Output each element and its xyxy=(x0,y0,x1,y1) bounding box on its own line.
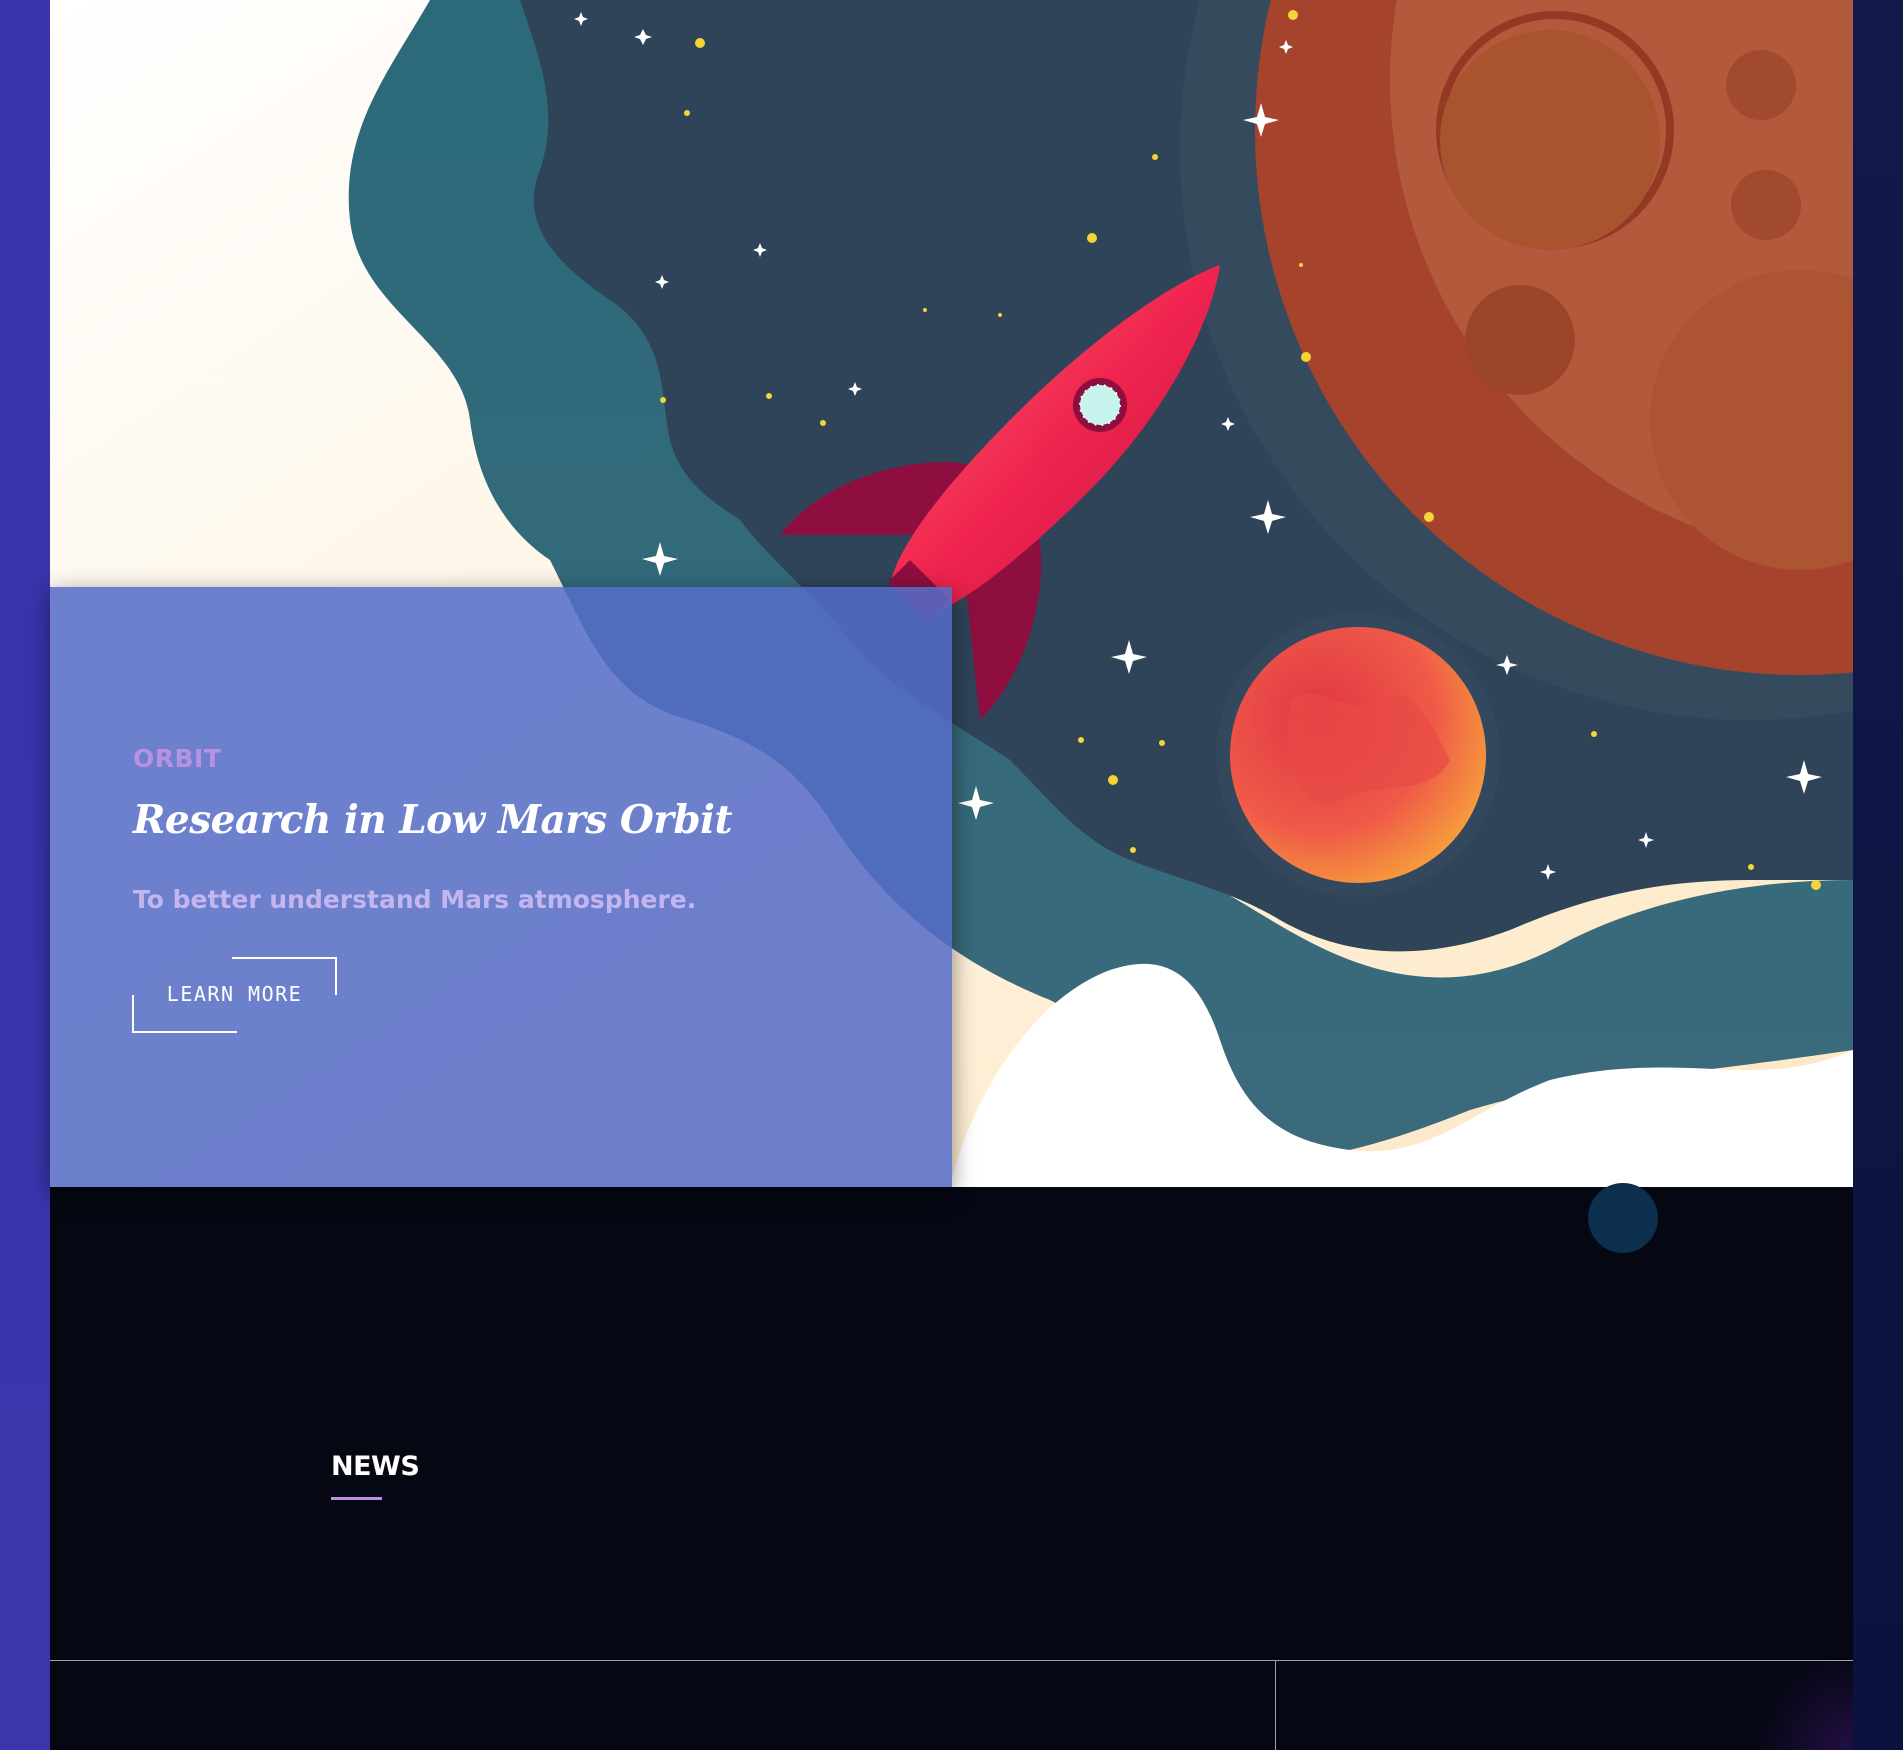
card-subtitle: To better understand Mars atmosphere. xyxy=(133,885,697,914)
card-title: Research in Low Mars Orbit xyxy=(133,797,732,843)
corner-glow xyxy=(1743,1661,1853,1750)
left-rail xyxy=(0,0,50,1750)
news-heading: NEWS xyxy=(331,1451,420,1482)
column-divider xyxy=(1275,1661,1276,1750)
learn-more-label: LEARN MORE xyxy=(166,982,303,1006)
news-heading-underline xyxy=(331,1497,382,1500)
right-rail xyxy=(1853,0,1903,1750)
section-divider xyxy=(50,1660,1853,1661)
learn-more-button[interactable]: LEARN MORE xyxy=(132,957,337,1033)
section-eyebrow: ORBIT xyxy=(133,744,222,773)
info-card: ORBIT Research in Low Mars Orbit To bett… xyxy=(50,587,952,1187)
decorative-bubble xyxy=(1588,1183,1658,1253)
